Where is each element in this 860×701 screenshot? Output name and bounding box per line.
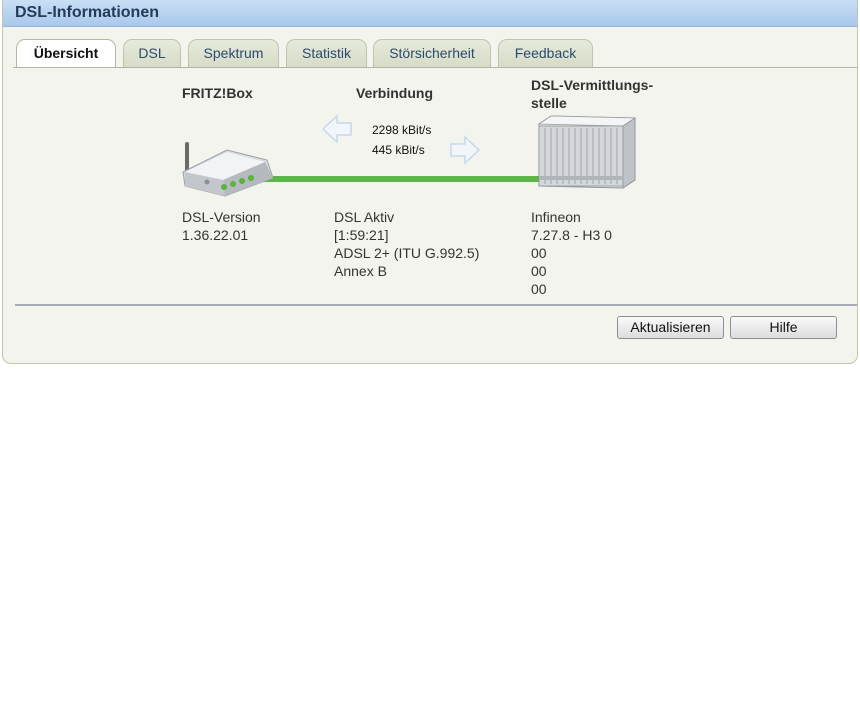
fritzbox-details: DSL-Version 1.36.22.01 (182, 208, 261, 244)
connection-line (253, 176, 545, 182)
upstream-rate: 445 kBit/s (372, 143, 425, 157)
connection-duration: [1:59:21] (334, 227, 389, 243)
connection-annex: Annex B (334, 263, 387, 279)
dslam-value: 00 (531, 281, 547, 297)
upstream-arrow-icon (321, 114, 352, 144)
router-icon (182, 142, 274, 197)
connection-status: DSL Aktiv (334, 209, 395, 225)
dslam-icon (537, 115, 637, 189)
connection-details: DSL Aktiv [1:59:21] ADSL 2+ (ITU G.992.5… (334, 208, 479, 280)
downstream-rate: 2298 kBit/s (372, 123, 432, 137)
dslam-value: 00 (531, 263, 547, 279)
dslam-value: 00 (531, 245, 547, 261)
dslam-details: Infineon 7.27.8 - H3 0 00 00 00 (531, 208, 612, 298)
dsl-version-value: 1.36.22.01 (182, 227, 249, 243)
dsl-info-panel: DSL-Informationen Übersicht DSL Spektrum… (2, 0, 858, 364)
help-button[interactable]: Hilfe (730, 316, 837, 339)
content-divider (15, 304, 857, 306)
refresh-button[interactable]: Aktualisieren (617, 316, 724, 339)
dslam-vendor: Infineon (531, 209, 581, 225)
dsl-version-label: DSL-Version (182, 209, 261, 225)
dslam-version: 7.27.8 - H3 0 (531, 227, 612, 243)
downstream-arrow-icon (450, 135, 481, 165)
connection-mode: ADSL 2+ (ITU G.992.5) (334, 245, 480, 261)
